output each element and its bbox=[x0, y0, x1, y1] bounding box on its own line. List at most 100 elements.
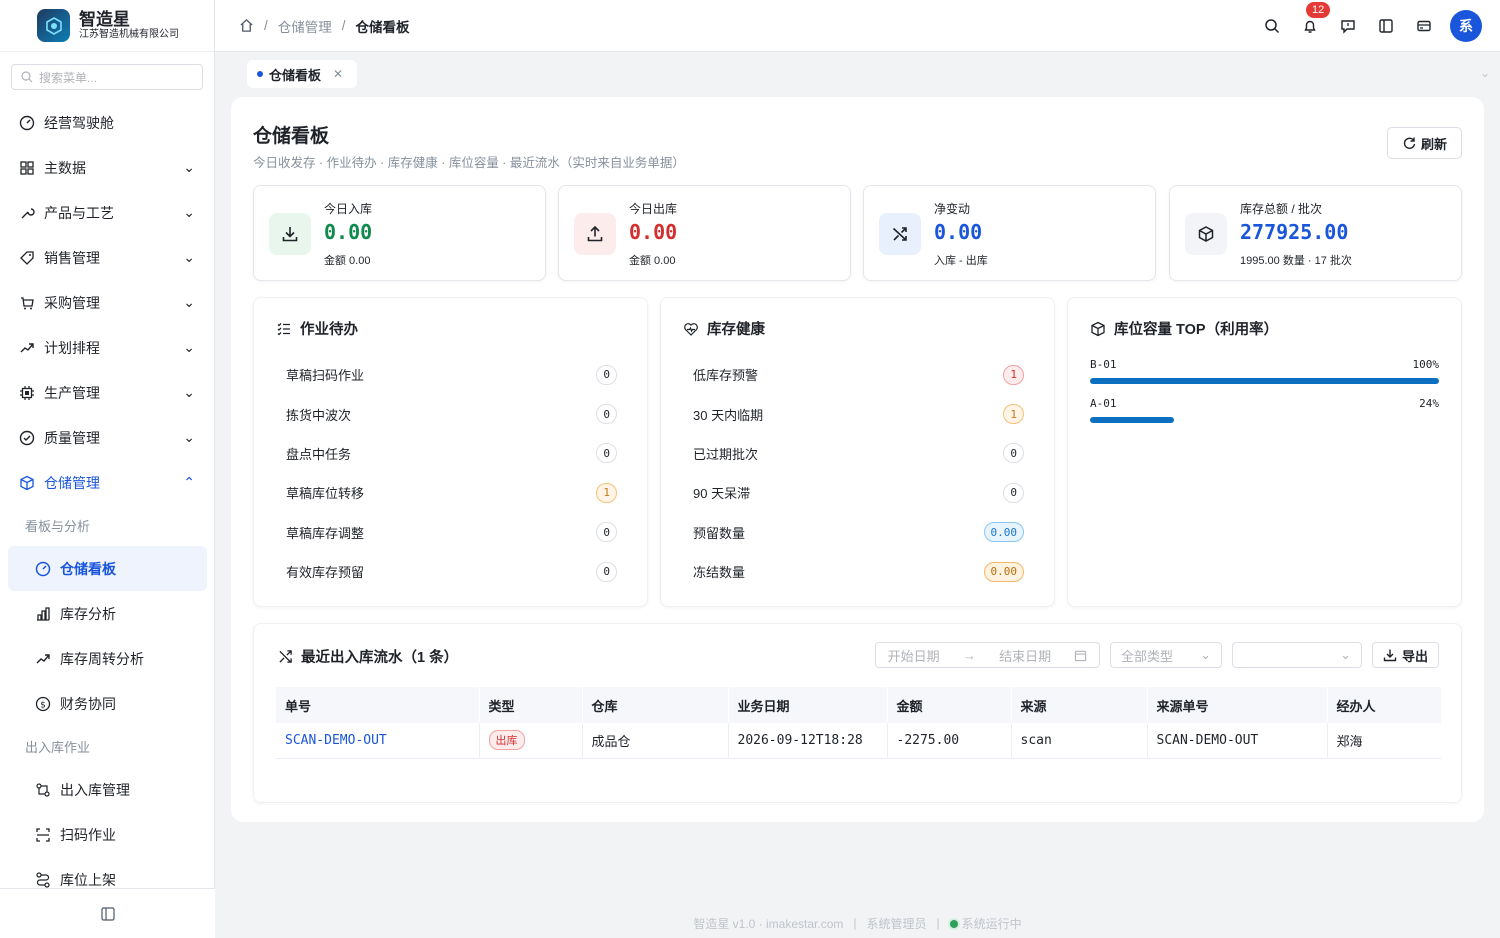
capacity-card: 库位容量 TOP（利用率） B-01 100% A-01 24% bbox=[1067, 297, 1462, 607]
utilization-label: 24% bbox=[1419, 397, 1439, 410]
refresh-button[interactable]: 刷新 bbox=[1387, 127, 1462, 159]
check-circle-icon bbox=[19, 430, 35, 445]
todo-row[interactable]: 盘点中任务 0 bbox=[286, 434, 617, 473]
search-icon bbox=[1265, 19, 1280, 34]
col-header[interactable]: 仓库 bbox=[582, 687, 729, 723]
type-select[interactable]: 全部类型 ⌄ bbox=[1110, 642, 1222, 668]
location-name: A-01 bbox=[1090, 397, 1117, 410]
export-label: 导出 bbox=[1401, 648, 1428, 664]
health-row[interactable]: 低库存预警 1 bbox=[693, 355, 1024, 394]
chevron-down-icon: ⌄ bbox=[1340, 647, 1351, 662]
todo-row[interactable]: 草稿库存调整 0 bbox=[286, 513, 617, 552]
utilization-fill bbox=[1090, 417, 1174, 423]
nav-item-sales[interactable]: 销售管理 ⌄ bbox=[0, 235, 215, 280]
tab-warehouse-board[interactable]: 仓储看板 ✕ bbox=[247, 60, 358, 88]
sidebar-collapse-button[interactable] bbox=[0, 888, 215, 938]
col-header[interactable]: 类型 bbox=[479, 687, 583, 723]
message-button[interactable] bbox=[1336, 10, 1360, 42]
breadcrumb-warehouse[interactable]: 仓储管理 bbox=[278, 16, 332, 36]
health-row[interactable]: 30 天内临期 1 bbox=[693, 394, 1024, 433]
nav-item-master-data[interactable]: 主数据 ⌄ bbox=[0, 145, 215, 190]
col-header[interactable]: 金额 bbox=[887, 687, 1012, 723]
search-button[interactable] bbox=[1260, 10, 1284, 42]
export-button[interactable]: 导出 bbox=[1372, 642, 1439, 668]
location-name: B-01 bbox=[1090, 358, 1117, 371]
breadcrumb: / 仓储管理 / 仓储看板 bbox=[215, 16, 410, 36]
table-row[interactable]: SCAN-DEMO-OUT 出库 成品仓 2026-09-12T18:28 -2… bbox=[276, 723, 1441, 759]
close-icon[interactable]: ✕ bbox=[333, 67, 343, 81]
dashboard-icon bbox=[19, 115, 35, 130]
brand-name: 智造星 bbox=[79, 9, 130, 29]
stat-label: 今日出库 bbox=[629, 202, 678, 216]
sidebar-toggle-icon bbox=[100, 906, 115, 921]
type-placeholder: 全部类型 bbox=[1121, 648, 1174, 664]
health-row[interactable]: 90 天呆滞 0 bbox=[693, 473, 1024, 512]
card-button[interactable] bbox=[1412, 10, 1436, 42]
count-badge: 0 bbox=[596, 522, 617, 543]
menu-search-input[interactable]: 搜索菜单... bbox=[11, 64, 203, 90]
date-range-picker[interactable]: 开始日期 → 结束日期 bbox=[875, 642, 1100, 668]
col-header[interactable]: 来源单号 bbox=[1147, 687, 1328, 723]
shuffle-icon bbox=[279, 650, 292, 663]
dollar-icon: $ bbox=[35, 696, 51, 711]
nav-label: 质量管理 bbox=[44, 429, 100, 446]
shuffle-icon bbox=[879, 213, 921, 255]
nav-item-purchase[interactable]: 采购管理 ⌄ bbox=[0, 280, 215, 325]
nav-item-production[interactable]: 生产管理 ⌄ bbox=[0, 370, 215, 415]
home-icon[interactable] bbox=[239, 18, 254, 33]
notification-button[interactable]: 12 bbox=[1298, 2, 1331, 42]
chevron-down-icon: ⌄ bbox=[1200, 647, 1211, 662]
avatar[interactable]: 系 bbox=[1450, 10, 1482, 42]
start-date-input[interactable]: 开始日期 bbox=[888, 646, 940, 665]
chevron-up-icon: ⌃ bbox=[183, 474, 195, 490]
todo-row[interactable]: 草稿扫码作业 0 bbox=[286, 355, 617, 394]
search-placeholder: 搜索菜单... bbox=[39, 70, 98, 85]
nav-item-cockpit[interactable]: 经营驾驶舱 bbox=[0, 100, 215, 145]
nav-sub-inout-management[interactable]: 出入库管理 bbox=[0, 767, 215, 812]
nav-sub-turnover-analysis[interactable]: 库存周转分析 bbox=[0, 636, 215, 681]
chevron-down-icon[interactable]: ⌄ bbox=[1480, 66, 1490, 80]
col-header[interactable]: 来源 bbox=[1011, 687, 1148, 723]
nav-sub-warehouse-board[interactable]: 仓储看板 bbox=[8, 546, 207, 591]
todo-row[interactable]: 草稿库位转移 1 bbox=[286, 473, 617, 512]
handler-cell: 郑海 bbox=[1327, 723, 1441, 759]
cart-icon bbox=[21, 296, 34, 309]
health-row[interactable]: 冻结数量 0.00 bbox=[693, 552, 1024, 591]
trend-icon bbox=[36, 653, 50, 663]
nav-label: 经营驾驶舱 bbox=[44, 114, 114, 131]
nav-item-quality[interactable]: 质量管理 ⌄ bbox=[0, 415, 215, 460]
count-badge: 0 bbox=[596, 443, 617, 464]
nav-item-product[interactable]: 产品与工艺 ⌄ bbox=[0, 190, 215, 235]
layout-button[interactable] bbox=[1374, 10, 1398, 42]
order-no-link[interactable]: SCAN-DEMO-OUT bbox=[276, 723, 480, 759]
stat-label: 今日入库 bbox=[324, 202, 373, 216]
nav-sub-inventory-analysis[interactable]: 库存分析 bbox=[0, 591, 215, 636]
nav-label: 库存周转分析 bbox=[60, 650, 144, 667]
count-badge: 1 bbox=[1003, 404, 1024, 425]
health-row[interactable]: 已过期批次 0 bbox=[693, 434, 1024, 473]
health-row[interactable]: 预留数量 0.00 bbox=[693, 513, 1024, 552]
warehouse-select[interactable]: ⌄ bbox=[1232, 642, 1362, 668]
nav-sub-scan[interactable]: 扫码作业 bbox=[0, 812, 215, 857]
col-header[interactable]: 经办人 bbox=[1327, 687, 1441, 723]
todo-row[interactable]: 有效库存预留 0 bbox=[286, 552, 617, 591]
nav-sub-finance[interactable]: $ 财务协同 bbox=[0, 681, 215, 726]
card-title: 库存健康 bbox=[683, 318, 765, 339]
card-title: 库位容量 TOP（利用率） bbox=[1090, 318, 1278, 339]
source-cell: scan bbox=[1011, 723, 1148, 759]
breadcrumb-current: 仓储看板 bbox=[355, 19, 410, 35]
col-header[interactable]: 业务日期 bbox=[728, 687, 888, 723]
todo-title: 作业待办 bbox=[300, 322, 358, 338]
todo-row[interactable]: 拣货中波次 0 bbox=[286, 394, 617, 433]
footer-divider: | bbox=[853, 916, 857, 930]
nav-item-warehouse[interactable]: 仓储管理 ⌃ bbox=[0, 460, 215, 505]
breadcrumb-separator: / bbox=[341, 18, 346, 33]
sidebar-nav: 经营驾驶舱 主数据 ⌄ 产品与工艺 ⌄ 销售管理 ⌄ 采购管理 ⌄ 计划排程 ⌄ bbox=[0, 100, 215, 902]
end-date-input[interactable]: 结束日期 bbox=[999, 646, 1051, 665]
row-label: 预留数量 bbox=[693, 525, 746, 541]
nav-item-planning[interactable]: 计划排程 ⌄ bbox=[0, 325, 215, 370]
chip-icon bbox=[20, 385, 34, 400]
row-label: 有效库存预留 bbox=[286, 565, 365, 581]
col-header[interactable]: 单号 bbox=[276, 687, 480, 723]
page-title: 仓储看板 bbox=[253, 126, 330, 147]
